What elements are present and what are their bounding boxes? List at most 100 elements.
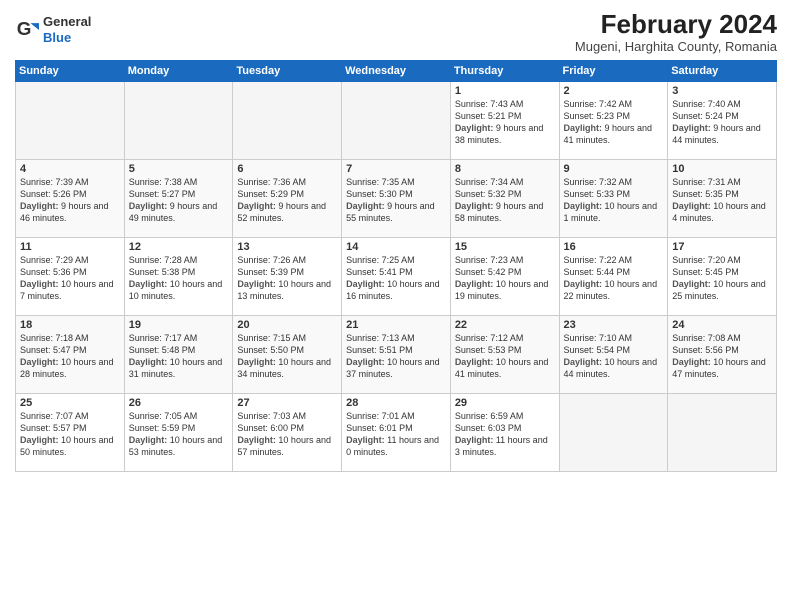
day-info: Sunrise: 7:28 AMSunset: 5:38 PMDaylight:… xyxy=(129,254,229,303)
calendar-body: 1Sunrise: 7:43 AMSunset: 5:21 PMDaylight… xyxy=(16,81,777,471)
day-number: 18 xyxy=(20,319,120,331)
calendar-cell: 4Sunrise: 7:39 AMSunset: 5:26 PMDaylight… xyxy=(16,159,125,237)
day-number: 23 xyxy=(564,319,664,331)
day-info: Sunrise: 7:01 AMSunset: 6:01 PMDaylight:… xyxy=(346,410,446,459)
calendar-cell xyxy=(233,81,342,159)
day-number: 20 xyxy=(237,319,337,331)
day-info: Sunrise: 7:15 AMSunset: 5:50 PMDaylight:… xyxy=(237,332,337,381)
day-number: 7 xyxy=(346,163,446,175)
week-row-1: 4Sunrise: 7:39 AMSunset: 5:26 PMDaylight… xyxy=(16,159,777,237)
calendar-cell: 16Sunrise: 7:22 AMSunset: 5:44 PMDayligh… xyxy=(559,237,668,315)
week-row-4: 25Sunrise: 7:07 AMSunset: 5:57 PMDayligh… xyxy=(16,393,777,471)
day-number: 11 xyxy=(20,241,120,253)
weekday-thursday: Thursday xyxy=(450,60,559,81)
calendar-cell: 28Sunrise: 7:01 AMSunset: 6:01 PMDayligh… xyxy=(342,393,451,471)
day-info: Sunrise: 7:26 AMSunset: 5:39 PMDaylight:… xyxy=(237,254,337,303)
day-info: Sunrise: 7:12 AMSunset: 5:53 PMDaylight:… xyxy=(455,332,555,381)
day-info: Sunrise: 7:36 AMSunset: 5:29 PMDaylight:… xyxy=(237,176,337,225)
day-number: 16 xyxy=(564,241,664,253)
calendar-cell xyxy=(342,81,451,159)
day-info: Sunrise: 7:05 AMSunset: 5:59 PMDaylight:… xyxy=(129,410,229,459)
weekday-header-row: SundayMondayTuesdayWednesdayThursdayFrid… xyxy=(16,60,777,81)
weekday-sunday: Sunday xyxy=(16,60,125,81)
calendar-cell: 1Sunrise: 7:43 AMSunset: 5:21 PMDaylight… xyxy=(450,81,559,159)
calendar-cell: 9Sunrise: 7:32 AMSunset: 5:33 PMDaylight… xyxy=(559,159,668,237)
day-number: 2 xyxy=(564,85,664,97)
day-number: 21 xyxy=(346,319,446,331)
weekday-saturday: Saturday xyxy=(668,60,777,81)
calendar-cell: 26Sunrise: 7:05 AMSunset: 5:59 PMDayligh… xyxy=(124,393,233,471)
calendar-cell: 5Sunrise: 7:38 AMSunset: 5:27 PMDaylight… xyxy=(124,159,233,237)
day-info: Sunrise: 7:17 AMSunset: 5:48 PMDaylight:… xyxy=(129,332,229,381)
day-info: Sunrise: 7:29 AMSunset: 5:36 PMDaylight:… xyxy=(20,254,120,303)
day-info: Sunrise: 7:39 AMSunset: 5:26 PMDaylight:… xyxy=(20,176,120,225)
week-row-3: 18Sunrise: 7:18 AMSunset: 5:47 PMDayligh… xyxy=(16,315,777,393)
day-number: 1 xyxy=(455,85,555,97)
page-header: G General Blue February 2024 Mugeni, Har… xyxy=(15,10,777,54)
calendar-cell: 6Sunrise: 7:36 AMSunset: 5:29 PMDaylight… xyxy=(233,159,342,237)
title-block: February 2024 Mugeni, Harghita County, R… xyxy=(575,10,777,54)
day-number: 22 xyxy=(455,319,555,331)
day-info: Sunrise: 7:35 AMSunset: 5:30 PMDaylight:… xyxy=(346,176,446,225)
calendar-cell: 23Sunrise: 7:10 AMSunset: 5:54 PMDayligh… xyxy=(559,315,668,393)
calendar-cell: 22Sunrise: 7:12 AMSunset: 5:53 PMDayligh… xyxy=(450,315,559,393)
logo-blue: Blue xyxy=(43,30,71,45)
calendar-cell: 29Sunrise: 6:59 AMSunset: 6:03 PMDayligh… xyxy=(450,393,559,471)
calendar-cell: 24Sunrise: 7:08 AMSunset: 5:56 PMDayligh… xyxy=(668,315,777,393)
location: Mugeni, Harghita County, Romania xyxy=(575,39,777,54)
day-number: 29 xyxy=(455,397,555,409)
svg-text:G: G xyxy=(17,18,32,39)
logo-general: General xyxy=(43,14,91,29)
day-info: Sunrise: 7:10 AMSunset: 5:54 PMDaylight:… xyxy=(564,332,664,381)
day-info: Sunrise: 7:22 AMSunset: 5:44 PMDaylight:… xyxy=(564,254,664,303)
calendar-cell: 25Sunrise: 7:07 AMSunset: 5:57 PMDayligh… xyxy=(16,393,125,471)
day-info: Sunrise: 7:20 AMSunset: 5:45 PMDaylight:… xyxy=(672,254,772,303)
calendar-cell xyxy=(16,81,125,159)
day-number: 5 xyxy=(129,163,229,175)
day-info: Sunrise: 7:25 AMSunset: 5:41 PMDaylight:… xyxy=(346,254,446,303)
weekday-tuesday: Tuesday xyxy=(233,60,342,81)
weekday-monday: Monday xyxy=(124,60,233,81)
day-info: Sunrise: 7:31 AMSunset: 5:35 PMDaylight:… xyxy=(672,176,772,225)
calendar-cell: 13Sunrise: 7:26 AMSunset: 5:39 PMDayligh… xyxy=(233,237,342,315)
logo-icon: G xyxy=(15,18,39,42)
day-info: Sunrise: 7:08 AMSunset: 5:56 PMDaylight:… xyxy=(672,332,772,381)
day-info: Sunrise: 7:13 AMSunset: 5:51 PMDaylight:… xyxy=(346,332,446,381)
day-number: 24 xyxy=(672,319,772,331)
day-number: 17 xyxy=(672,241,772,253)
calendar-cell: 20Sunrise: 7:15 AMSunset: 5:50 PMDayligh… xyxy=(233,315,342,393)
calendar: SundayMondayTuesdayWednesdayThursdayFrid… xyxy=(15,60,777,472)
calendar-cell: 19Sunrise: 7:17 AMSunset: 5:48 PMDayligh… xyxy=(124,315,233,393)
day-info: Sunrise: 7:07 AMSunset: 5:57 PMDaylight:… xyxy=(20,410,120,459)
calendar-cell: 2Sunrise: 7:42 AMSunset: 5:23 PMDaylight… xyxy=(559,81,668,159)
day-number: 12 xyxy=(129,241,229,253)
day-info: Sunrise: 7:42 AMSunset: 5:23 PMDaylight:… xyxy=(564,98,664,147)
calendar-cell: 21Sunrise: 7:13 AMSunset: 5:51 PMDayligh… xyxy=(342,315,451,393)
day-info: Sunrise: 7:43 AMSunset: 5:21 PMDaylight:… xyxy=(455,98,555,147)
day-number: 10 xyxy=(672,163,772,175)
day-number: 28 xyxy=(346,397,446,409)
calendar-cell: 14Sunrise: 7:25 AMSunset: 5:41 PMDayligh… xyxy=(342,237,451,315)
calendar-cell: 11Sunrise: 7:29 AMSunset: 5:36 PMDayligh… xyxy=(16,237,125,315)
day-number: 3 xyxy=(672,85,772,97)
calendar-cell: 27Sunrise: 7:03 AMSunset: 6:00 PMDayligh… xyxy=(233,393,342,471)
day-info: Sunrise: 7:23 AMSunset: 5:42 PMDaylight:… xyxy=(455,254,555,303)
week-row-2: 11Sunrise: 7:29 AMSunset: 5:36 PMDayligh… xyxy=(16,237,777,315)
day-number: 15 xyxy=(455,241,555,253)
calendar-cell: 17Sunrise: 7:20 AMSunset: 5:45 PMDayligh… xyxy=(668,237,777,315)
calendar-cell: 12Sunrise: 7:28 AMSunset: 5:38 PMDayligh… xyxy=(124,237,233,315)
day-info: Sunrise: 7:34 AMSunset: 5:32 PMDaylight:… xyxy=(455,176,555,225)
calendar-cell: 3Sunrise: 7:40 AMSunset: 5:24 PMDaylight… xyxy=(668,81,777,159)
week-row-0: 1Sunrise: 7:43 AMSunset: 5:21 PMDaylight… xyxy=(16,81,777,159)
logo: G General Blue xyxy=(15,14,91,45)
calendar-cell: 8Sunrise: 7:34 AMSunset: 5:32 PMDaylight… xyxy=(450,159,559,237)
day-number: 13 xyxy=(237,241,337,253)
day-number: 25 xyxy=(20,397,120,409)
day-number: 8 xyxy=(455,163,555,175)
day-info: Sunrise: 7:32 AMSunset: 5:33 PMDaylight:… xyxy=(564,176,664,225)
calendar-cell: 18Sunrise: 7:18 AMSunset: 5:47 PMDayligh… xyxy=(16,315,125,393)
calendar-cell xyxy=(668,393,777,471)
day-number: 19 xyxy=(129,319,229,331)
day-number: 26 xyxy=(129,397,229,409)
weekday-friday: Friday xyxy=(559,60,668,81)
